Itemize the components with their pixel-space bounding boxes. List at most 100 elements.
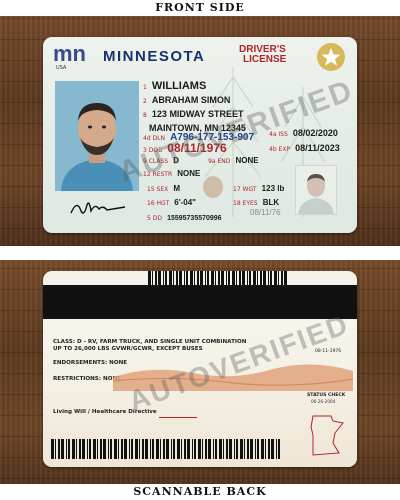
barcode-bar — [194, 439, 196, 459]
barcode-bar — [236, 439, 238, 459]
barcode-bar — [190, 271, 193, 285]
barcode-bar — [192, 439, 193, 459]
barcode-bar — [72, 439, 75, 459]
barcode-bar — [148, 271, 151, 285]
barcode-bar — [207, 271, 209, 285]
barcode-bar — [155, 271, 157, 285]
barcode-bar — [226, 271, 227, 285]
barcode-bar — [66, 439, 67, 459]
barcode-bar — [131, 439, 133, 459]
barcode-bar — [260, 271, 262, 285]
barcode-bar — [276, 439, 277, 459]
barcode-bar — [270, 271, 272, 285]
physical-block-2: 17 WGT 123 lb 18 EYES BLK — [233, 181, 284, 209]
state-seal-icon — [203, 176, 223, 198]
eyes-label: 18 EYES — [233, 200, 258, 207]
doc-type-line2: LICENSE — [243, 54, 287, 65]
barcode-bar — [232, 271, 235, 285]
status-check-date: 06-26-2004 — [311, 399, 336, 404]
barcode-bar — [184, 439, 186, 459]
last-name: WILLIAMS — [151, 80, 207, 92]
barcode-bar — [124, 439, 127, 459]
barcode-bar — [181, 439, 182, 459]
barcode-bar — [165, 271, 167, 285]
barcode-bar — [68, 439, 70, 459]
barcode-bar — [228, 271, 230, 285]
barcode-bar — [215, 271, 216, 285]
barcode-bar — [205, 271, 206, 285]
barcode-bar — [211, 271, 214, 285]
barcode-bar — [194, 271, 195, 285]
barcode-bar — [121, 439, 123, 459]
barcode-bar — [158, 271, 161, 285]
first-name: ABRAHAM SIMON — [151, 95, 231, 105]
separator-band — [0, 246, 400, 260]
eyes-value: BLK — [262, 198, 280, 207]
barcode-bar — [278, 271, 279, 285]
barcode-bar — [114, 439, 117, 459]
barcode-bar — [163, 271, 164, 285]
barcode-bar — [281, 271, 283, 285]
barcode-bar — [249, 271, 251, 285]
barcode-bar — [240, 439, 243, 459]
barcode-bar — [51, 439, 54, 459]
dd-row: 5 DD 15595735570996 — [147, 205, 222, 224]
barcode-bar — [268, 439, 270, 459]
barcode-bar — [221, 271, 224, 285]
barcode-bar — [156, 439, 159, 459]
barcode-bar — [103, 439, 106, 459]
barcode-bar — [215, 439, 217, 459]
sex-label: 15 SEX — [147, 186, 169, 193]
barcode-bar — [265, 439, 266, 459]
restrictions: RESTRICTIONS: NONE — [53, 376, 121, 382]
barcode-bar — [160, 439, 161, 459]
barcode-bar — [110, 439, 112, 459]
state-name: MINNESOTA — [103, 48, 206, 65]
barcode-bar — [82, 439, 85, 459]
barcode-bar — [129, 439, 130, 459]
barcode-bar — [79, 439, 81, 459]
barcode-bar — [219, 439, 222, 459]
barcode-bar — [213, 439, 214, 459]
barcode-bar — [173, 271, 174, 285]
barcode-bar — [135, 439, 138, 459]
barcode-bar — [152, 271, 153, 285]
barcode-bar — [242, 271, 245, 285]
barcode-bar — [244, 439, 245, 459]
wgt-label: 17 WGT — [233, 186, 257, 193]
barcode-bar — [263, 271, 266, 285]
barcode-bar — [139, 439, 140, 459]
dd-value: 15595735570996 — [167, 215, 222, 222]
barcode-bar — [176, 271, 178, 285]
barcode-bar — [55, 439, 56, 459]
barcode-bar — [93, 439, 96, 459]
barcode-bar — [202, 439, 203, 459]
end-value: NONE — [235, 156, 259, 165]
barcode-bar — [253, 271, 256, 285]
barcode-bar — [218, 271, 220, 285]
class-text-line1: CLASS: D - RV, FARM TRUCK, AND SINGLE UN… — [53, 339, 247, 345]
barcode-bar — [198, 439, 201, 459]
barcode-bar — [234, 439, 235, 459]
exp-date: 08/11/2023 — [295, 143, 340, 153]
barcode-bar — [208, 439, 211, 459]
barcode-bar — [257, 439, 259, 459]
barcode-bar — [261, 439, 264, 459]
barcode-bar — [200, 271, 203, 285]
barcode-bar — [184, 271, 185, 285]
barcode-bar — [61, 439, 64, 459]
exp-label: 4b EXP — [269, 146, 291, 153]
barcode-bar — [226, 439, 228, 459]
barcode-bar — [250, 439, 253, 459]
barcode-bar — [171, 439, 172, 459]
barcode-bar — [173, 439, 175, 459]
barcode-bar — [169, 271, 172, 285]
class-description: CLASS: D - RV, FARM TRUCK, AND SINGLE UN… — [53, 339, 246, 353]
class-text-line2: UP TO 26,000 LBS GVWR/GCWR, EXCEPT BUSES — [53, 346, 203, 352]
barcode-bar — [145, 439, 148, 459]
scannable-back-label: SCANNABLE BACK — [0, 484, 400, 500]
barcode-bar — [87, 439, 88, 459]
barcode-bar — [179, 271, 182, 285]
bottom-barcode — [51, 439, 280, 459]
iss-date: 08/02/2020 — [292, 128, 338, 138]
